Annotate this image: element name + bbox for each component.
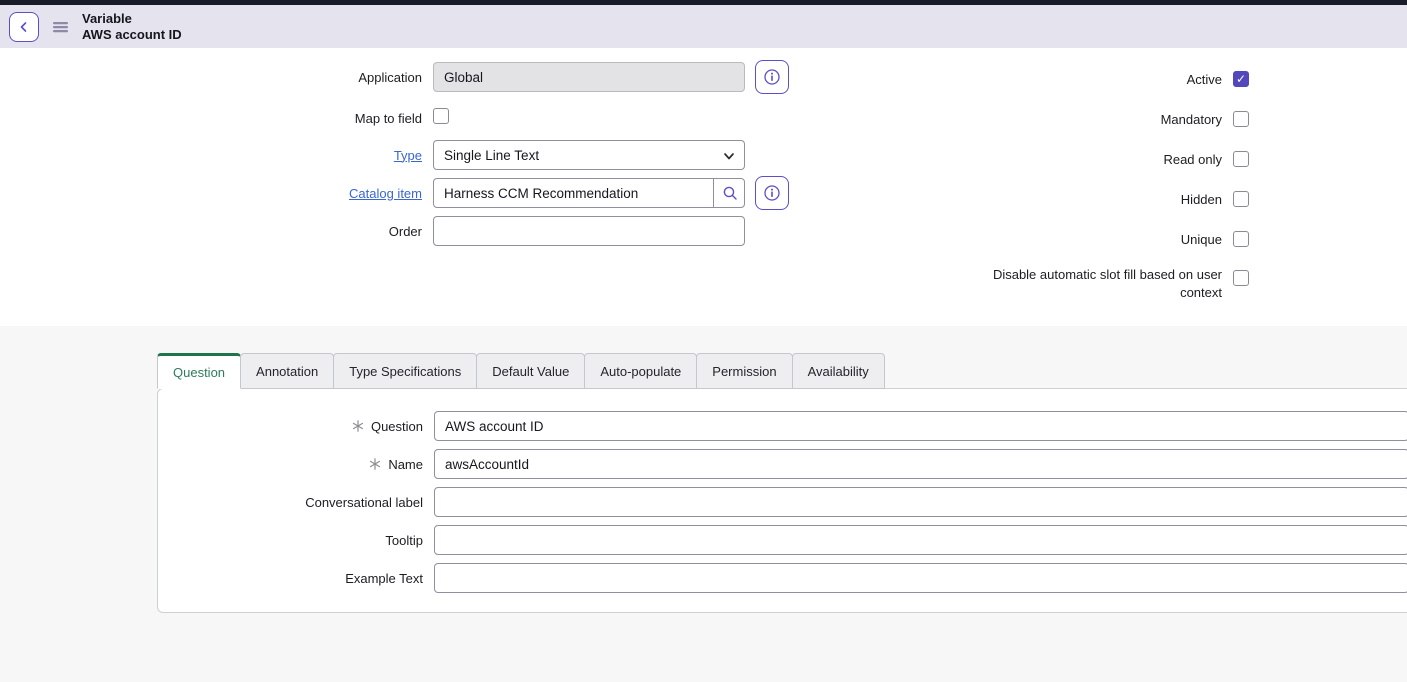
mandatory-checkbox[interactable] xyxy=(1233,111,1249,127)
catalog-item-info-button[interactable] xyxy=(755,176,789,210)
order-input[interactable] xyxy=(433,216,745,246)
disable-slot-fill-checkbox-row: Disable automatic slot fill based on use… xyxy=(980,266,1249,302)
unique-checkbox-row: Unique xyxy=(980,223,1249,255)
name-field-row: Name xyxy=(158,449,1407,479)
name-label: Name xyxy=(388,457,423,472)
record-type-title: Variable xyxy=(82,11,182,27)
search-icon xyxy=(722,185,738,201)
read-only-label: Read only xyxy=(980,152,1222,167)
active-checkbox[interactable] xyxy=(1233,71,1249,87)
map-to-field-row: Map to field xyxy=(0,103,449,133)
example-text-label: Example Text xyxy=(345,571,423,586)
hidden-label: Hidden xyxy=(980,192,1222,207)
example-text-input[interactable] xyxy=(434,563,1407,593)
hidden-checkbox-row: Hidden xyxy=(980,183,1249,215)
tab-annotation[interactable]: Annotation xyxy=(240,353,334,389)
hidden-checkbox[interactable] xyxy=(1233,191,1249,207)
mandatory-label: Mandatory xyxy=(980,112,1222,127)
catalog-item-input[interactable] xyxy=(433,178,745,208)
type-label-link[interactable]: Type xyxy=(394,148,422,163)
disable-slot-fill-checkbox[interactable] xyxy=(1233,270,1249,286)
tab-question[interactable]: Question xyxy=(157,353,241,389)
active-label: Active xyxy=(980,72,1222,87)
question-input[interactable] xyxy=(434,411,1407,441)
read-only-checkbox[interactable] xyxy=(1233,151,1249,167)
mandatory-checkbox-row: Mandatory xyxy=(980,103,1249,135)
example-text-field-row: Example Text xyxy=(158,563,1407,593)
name-input[interactable] xyxy=(434,449,1407,479)
conversational-label-input[interactable] xyxy=(434,487,1407,517)
application-label: Application xyxy=(0,70,422,85)
tooltip-label: Tooltip xyxy=(385,533,423,548)
map-to-field-checkbox[interactable] xyxy=(433,108,449,124)
type-select[interactable]: Single Line Text xyxy=(433,140,745,170)
application-field-row: Application xyxy=(0,62,745,92)
disable-slot-fill-label: Disable automatic slot fill based on use… xyxy=(980,266,1222,302)
catalog-item-label-link[interactable]: Catalog item xyxy=(349,186,422,201)
conversational-label-label: Conversational label xyxy=(305,495,423,510)
chevron-left-icon xyxy=(16,19,32,35)
header-titles: Variable AWS account ID xyxy=(82,11,182,43)
info-icon xyxy=(763,68,781,86)
form-main-section: Application Map to field Type Single Lin… xyxy=(0,48,1407,326)
tooltip-input[interactable] xyxy=(434,525,1407,555)
question-label: Question xyxy=(371,419,423,434)
info-icon xyxy=(763,184,781,202)
read-only-checkbox-row: Read only xyxy=(980,143,1249,175)
type-field-row: Type Single Line Text xyxy=(0,140,745,170)
form-header: Variable AWS account ID xyxy=(0,5,1407,48)
catalog-item-lookup-button[interactable] xyxy=(713,178,745,208)
mandatory-asterisk-icon xyxy=(369,458,381,470)
back-button[interactable] xyxy=(9,12,39,42)
tab-auto-populate[interactable]: Auto-populate xyxy=(584,353,697,389)
order-label: Order xyxy=(0,224,422,239)
tab-strip: Question Annotation Type Specifications … xyxy=(157,353,885,389)
order-field-row: Order xyxy=(0,216,745,246)
question-tab-panel: Question Name Conversational label xyxy=(157,388,1407,613)
application-input[interactable] xyxy=(433,62,745,92)
mandatory-asterisk-icon xyxy=(352,420,364,432)
tabbed-section: Question Annotation Type Specifications … xyxy=(0,326,1407,682)
catalog-item-field-row: Catalog item xyxy=(0,178,745,208)
active-checkbox-row: Active xyxy=(980,63,1249,95)
tab-default-value[interactable]: Default Value xyxy=(476,353,585,389)
conversational-label-field-row: Conversational label xyxy=(158,487,1407,517)
map-to-field-label: Map to field xyxy=(0,111,422,126)
tooltip-field-row: Tooltip xyxy=(158,525,1407,555)
unique-label: Unique xyxy=(980,232,1222,247)
question-field-row: Question xyxy=(158,411,1407,441)
application-info-button[interactable] xyxy=(755,60,789,94)
unique-checkbox[interactable] xyxy=(1233,231,1249,247)
tab-permission[interactable]: Permission xyxy=(696,353,792,389)
record-name-title: AWS account ID xyxy=(82,27,182,43)
tab-type-specifications[interactable]: Type Specifications xyxy=(333,353,477,389)
hamburger-menu-icon[interactable] xyxy=(53,21,68,33)
tab-availability[interactable]: Availability xyxy=(792,353,885,389)
